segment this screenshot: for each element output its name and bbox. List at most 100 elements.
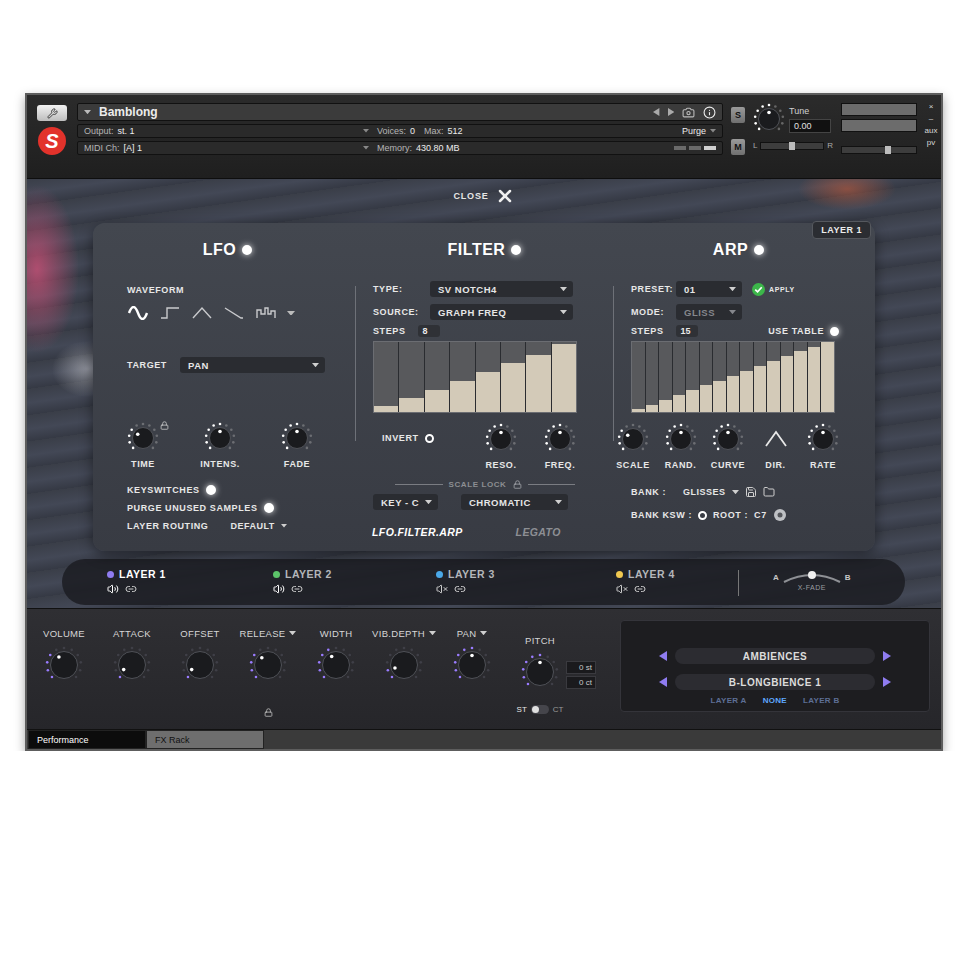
caret-icon[interactable] — [560, 287, 567, 291]
random-wave-icon[interactable] — [255, 306, 277, 320]
pan-slider[interactable]: LR — [753, 141, 833, 150]
direction-icon[interactable] — [764, 430, 788, 448]
saw-wave-icon[interactable] — [223, 306, 245, 320]
knob[interactable] — [485, 423, 517, 455]
knob[interactable] — [317, 646, 355, 684]
caret-icon[interactable] — [363, 146, 369, 150]
page-tab[interactable]: LFO.FILTER.ARP — [372, 526, 463, 538]
xfade-arc-icon[interactable] — [782, 568, 842, 586]
sine-wave-icon[interactable] — [127, 306, 149, 320]
caret-icon[interactable] — [289, 631, 296, 635]
graph-step[interactable] — [713, 342, 726, 412]
graph-step[interactable] — [646, 342, 659, 412]
knob[interactable] — [617, 423, 649, 455]
bank-select[interactable]: GLISSES — [683, 487, 739, 497]
graph-step[interactable] — [754, 342, 767, 412]
pv-button[interactable]: pv — [927, 139, 935, 147]
bank-ksw-switch[interactable] — [698, 511, 707, 520]
xfade-control[interactable]: ABX-FADE — [773, 568, 851, 591]
ambience-target[interactable]: LAYER B — [803, 696, 839, 705]
close-button[interactable]: CLOSE — [27, 181, 941, 211]
caret-icon[interactable] — [312, 363, 319, 367]
bottom-tab[interactable]: FX Rack — [146, 730, 264, 749]
invert-switch[interactable]: INVERT — [382, 423, 462, 443]
close-window-button[interactable]: × — [929, 103, 934, 111]
filter-graph[interactable] — [373, 341, 577, 413]
knob[interactable] — [521, 653, 559, 691]
knob[interactable] — [249, 646, 287, 684]
midi-field[interactable]: MIDI Ch:[A] 1 — [84, 143, 369, 153]
ambience-target[interactable]: LAYER A — [711, 696, 747, 705]
lfo-toggle[interactable] — [242, 245, 252, 255]
mute-button[interactable]: M — [731, 139, 745, 155]
graph-step[interactable] — [450, 342, 474, 412]
graph-step[interactable] — [552, 342, 576, 412]
knob[interactable] — [204, 422, 236, 454]
knob[interactable] — [281, 422, 313, 454]
graph-step[interactable] — [767, 342, 780, 412]
knob[interactable] — [807, 423, 839, 455]
scale-select[interactable]: CHROMATIC — [461, 494, 568, 510]
camera-icon[interactable] — [682, 106, 695, 119]
preset-select[interactable]: 01 — [676, 281, 742, 297]
save-icon[interactable] — [745, 486, 757, 498]
info-icon[interactable] — [703, 106, 716, 119]
graph-step[interactable] — [501, 342, 525, 412]
root-value[interactable]: C7 — [754, 510, 767, 520]
volume-thumb[interactable] — [885, 146, 891, 154]
speaker-icon[interactable] — [273, 583, 285, 595]
caret-icon[interactable] — [560, 310, 567, 314]
page-tab[interactable]: LEGATO — [516, 526, 561, 538]
knob[interactable] — [544, 423, 576, 455]
arrow-left-icon[interactable] — [653, 108, 659, 116]
arrow-right-icon[interactable] — [668, 108, 674, 116]
use-table-switch[interactable]: USE TABLE — [768, 326, 839, 336]
ambience-preset[interactable]: B-LONGBIENCE 1 — [675, 674, 875, 690]
graph-step[interactable] — [476, 342, 500, 412]
graph-step[interactable] — [794, 342, 807, 412]
graph-step[interactable] — [727, 342, 740, 412]
lock-icon[interactable] — [160, 421, 169, 430]
caret-icon[interactable] — [729, 287, 736, 291]
link-icon[interactable] — [125, 583, 137, 595]
layer-item[interactable]: LAYER 2 — [273, 568, 436, 595]
knob[interactable] — [453, 646, 491, 684]
filter-source-select[interactable]: GRAPH FREQ — [430, 304, 573, 320]
caret-icon[interactable] — [729, 310, 736, 314]
caret-icon[interactable] — [429, 631, 436, 635]
ambience-category[interactable]: AMBIENCES — [675, 648, 875, 664]
arrow-left-icon[interactable] — [659, 677, 667, 687]
graph-step[interactable] — [740, 342, 753, 412]
square-wave-icon[interactable] — [159, 306, 181, 320]
graph-step[interactable] — [399, 342, 423, 412]
tune-value[interactable]: 0.00 — [789, 119, 831, 133]
tune-knob[interactable] — [753, 103, 785, 135]
arrow-left-icon[interactable] — [659, 651, 667, 661]
bottom-tab[interactable]: Performance — [28, 730, 146, 749]
caret-icon[interactable] — [710, 129, 716, 133]
link-icon[interactable] — [291, 583, 303, 595]
pan-thumb[interactable] — [789, 142, 795, 150]
arp-graph[interactable] — [631, 341, 835, 413]
link-icon[interactable] — [634, 583, 646, 595]
graph-step[interactable] — [673, 342, 686, 412]
caret-icon[interactable] — [425, 500, 432, 504]
mode-select[interactable]: GLISS — [676, 304, 742, 320]
graph-step[interactable] — [526, 342, 550, 412]
arp-toggle[interactable] — [754, 245, 764, 255]
volume-slider[interactable] — [841, 146, 917, 154]
knob[interactable] — [665, 423, 697, 455]
switch-dot[interactable] — [206, 485, 216, 495]
routing-select[interactable]: DEFAULT — [230, 521, 286, 531]
solo-button[interactable]: S — [731, 107, 745, 123]
folder-icon[interactable] — [763, 486, 775, 498]
close-icon[interactable] — [495, 186, 515, 206]
arp-steps-field[interactable]: 15 — [676, 325, 698, 337]
pitch-unit-switch[interactable]: STCT — [517, 705, 564, 714]
caret-icon[interactable] — [480, 631, 487, 635]
graph-step[interactable] — [686, 342, 699, 412]
caret-icon[interactable] — [363, 129, 369, 133]
settings-button[interactable] — [37, 105, 67, 121]
arrow-right-icon[interactable] — [883, 677, 891, 687]
caret-icon[interactable] — [84, 110, 91, 114]
